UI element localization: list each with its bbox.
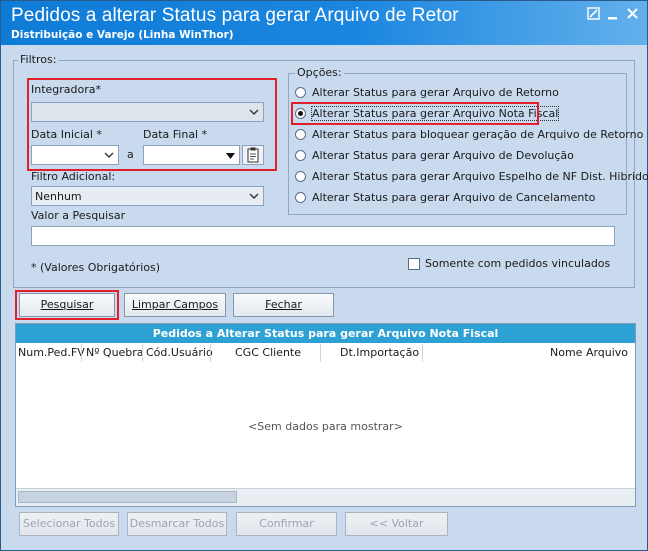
- somente-vinculados-checkbox[interactable]: [408, 258, 420, 270]
- filtro-adicional-label: Filtro Adicional:: [31, 170, 116, 183]
- fechar-button[interactable]: Fechar: [233, 293, 334, 317]
- pesquisar-highlight: [15, 290, 119, 320]
- options-legend: Opções:: [295, 66, 344, 79]
- close-icon[interactable]: [626, 7, 641, 21]
- chevron-down-icon: [249, 193, 259, 199]
- horizontal-scrollbar[interactable]: [16, 488, 635, 506]
- radio-button[interactable]: [295, 192, 306, 203]
- column-header[interactable]: Nº Quebra: [86, 346, 144, 359]
- empty-grid-message: <Sem dados para mostrar>: [248, 420, 403, 433]
- radio-button[interactable]: [295, 150, 306, 161]
- window-title: Pedidos a alterar Status para gerar Arqu…: [11, 5, 459, 26]
- scrollbar-thumb[interactable]: [18, 491, 237, 503]
- filtro-adicional-select[interactable]: Nenhum: [31, 186, 264, 206]
- results-grid[interactable]: Pedidos a Alterar Status para gerar Arqu…: [15, 323, 636, 507]
- column-header[interactable]: CGC Cliente: [235, 346, 301, 359]
- radio-button[interactable]: [295, 87, 306, 98]
- column-header[interactable]: Nome Arquivo: [550, 346, 628, 359]
- confirmar-button[interactable]: Confirmar: [236, 512, 337, 536]
- voltar-button[interactable]: << Voltar: [345, 512, 448, 536]
- desmarcar-todos-button[interactable]: Desmarcar Todos: [127, 512, 227, 536]
- valor-pesquisar-input[interactable]: [31, 226, 615, 246]
- required-note: * (Valores Obrigatórios): [31, 261, 161, 274]
- main-window: Pedidos a alterar Status para gerar Arqu…: [0, 0, 648, 551]
- title-bar[interactable]: Pedidos a alterar Status para gerar Arqu…: [1, 1, 647, 45]
- required-filters-highlight: [27, 78, 277, 171]
- grid-title: Pedidos a Alterar Status para gerar Arqu…: [16, 324, 635, 343]
- valor-pesquisar-label: Valor a Pesquisar: [31, 209, 126, 222]
- help-icon[interactable]: [587, 7, 602, 21]
- window-subtitle: Distribuição e Varejo (Linha WinThor): [11, 29, 234, 41]
- filters-legend: Filtros:: [18, 53, 59, 66]
- selected-option-highlight: [291, 102, 539, 125]
- somente-vinculados-label: Somente com pedidos vinculados: [425, 257, 611, 270]
- radio-button[interactable]: [295, 129, 306, 140]
- limpar-campos-button[interactable]: Limpar Campos: [124, 293, 226, 317]
- column-header[interactable]: Cód.Usuário: [146, 346, 213, 359]
- column-header[interactable]: Num.Ped.FV: [18, 346, 85, 359]
- selecionar-todos-button[interactable]: Selecionar Todos: [19, 512, 119, 536]
- column-header[interactable]: Dt.Importação: [340, 346, 419, 359]
- minimize-icon[interactable]: [606, 7, 621, 21]
- radio-button[interactable]: [295, 171, 306, 182]
